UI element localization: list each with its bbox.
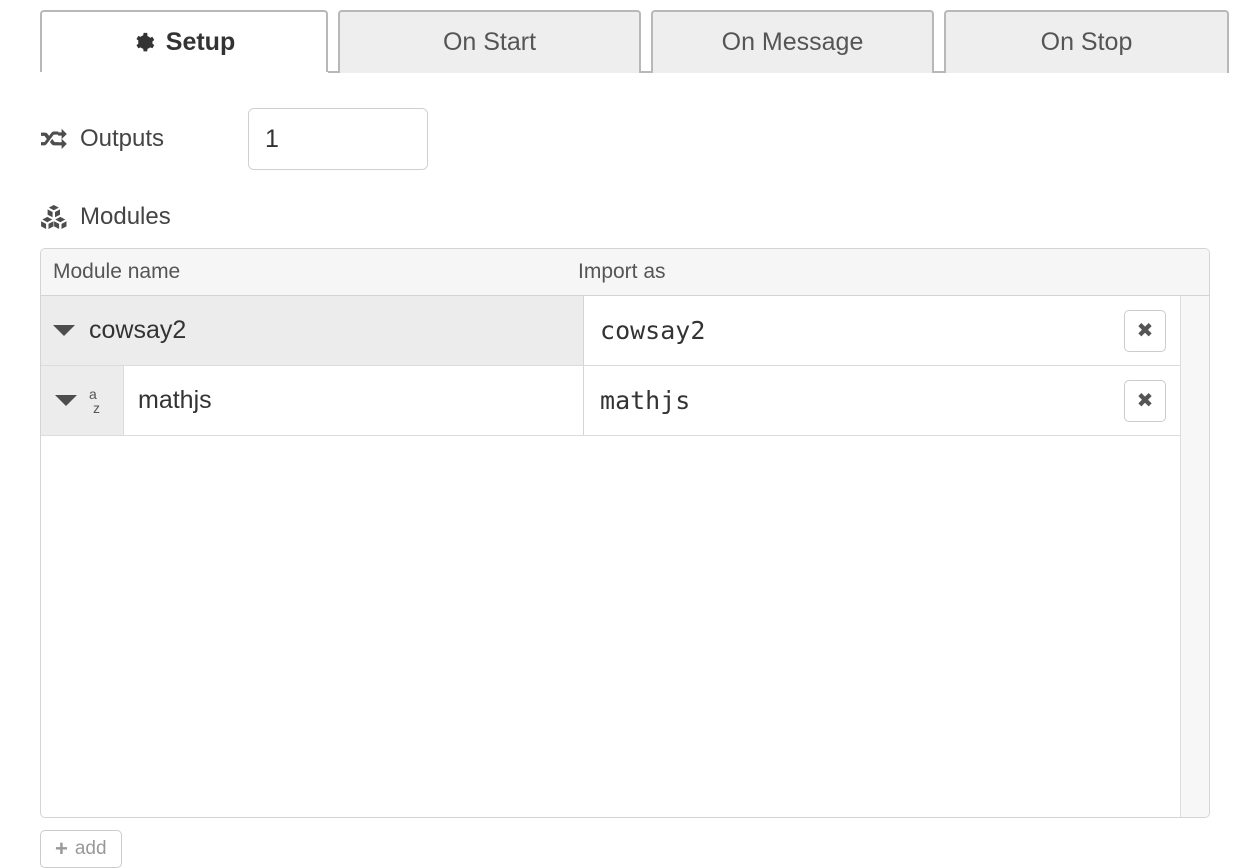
modules-label: Modules (40, 198, 171, 236)
table-row[interactable]: cowsay2 ✖ (41, 296, 1181, 366)
import-as-cell: ✖ (583, 366, 1181, 435)
close-icon: ✖ (1136, 390, 1154, 412)
node-editor-panel: Setup On Start On Message On Stop Output… (0, 0, 1242, 868)
delete-row-button[interactable]: ✖ (1124, 309, 1167, 352)
outputs-label-text: Outputs (80, 125, 165, 152)
row-drag-handle[interactable]: a z (41, 366, 123, 435)
tab-on-stop[interactable]: On Stop (944, 10, 1229, 73)
tab-list: Setup On Start On Message On Stop (40, 10, 1229, 75)
modules-list-header: Module name Import as (41, 249, 1209, 296)
module-name-value: cowsay2 (89, 316, 187, 344)
svg-text:z: z (93, 400, 100, 416)
module-name-cell[interactable]: cowsay2 (87, 296, 583, 365)
tab-bar: Setup On Start On Message On Stop (0, 0, 1242, 75)
cubes-icon (40, 205, 68, 229)
outputs-label: Outputs (40, 125, 164, 153)
list-scrollbar[interactable] (1180, 296, 1209, 817)
modules-list: Module name Import as cowsay2 ✖ (40, 248, 1210, 818)
tab-label: On Start (442, 28, 537, 56)
tab-label: On Stop (1040, 28, 1133, 56)
row-drag-handle[interactable] (41, 296, 87, 365)
outputs-stepper[interactable] (248, 108, 428, 170)
import-as-input[interactable] (600, 386, 1125, 415)
plus-icon: + (55, 836, 68, 861)
tab-on-message[interactable]: On Message (651, 10, 934, 73)
modules-rows: cowsay2 ✖ a (41, 296, 1181, 817)
sort-alpha-icon[interactable]: a z (87, 386, 109, 416)
add-module-button[interactable]: + add (40, 830, 122, 868)
modules-list-body: cowsay2 ✖ a (41, 296, 1209, 817)
delete-row-button[interactable]: ✖ (1124, 379, 1167, 422)
caret-down-icon[interactable] (53, 325, 75, 336)
tab-on-start[interactable]: On Start (338, 10, 641, 73)
column-header-module-name: Module name (53, 260, 181, 283)
module-name-value: mathjs (138, 386, 212, 414)
column-header-import-as: Import as (578, 260, 666, 283)
add-module-label: add (74, 838, 107, 859)
tab-label: On Message (721, 28, 864, 56)
close-icon: ✖ (1136, 320, 1154, 342)
tab-label: Setup (165, 28, 236, 56)
import-as-cell: ✖ (583, 296, 1181, 365)
outputs-row: Outputs (40, 108, 428, 170)
gear-icon (133, 32, 155, 54)
caret-down-icon[interactable] (55, 395, 77, 406)
tab-setup[interactable]: Setup (40, 10, 328, 75)
table-row[interactable]: a z mathjs ✖ (41, 366, 1181, 436)
random-shuffle-icon (40, 128, 68, 150)
import-as-input[interactable] (600, 316, 1125, 345)
module-name-cell[interactable]: mathjs (123, 366, 584, 435)
outputs-input[interactable] (249, 109, 427, 169)
modules-label-text: Modules (80, 203, 171, 230)
